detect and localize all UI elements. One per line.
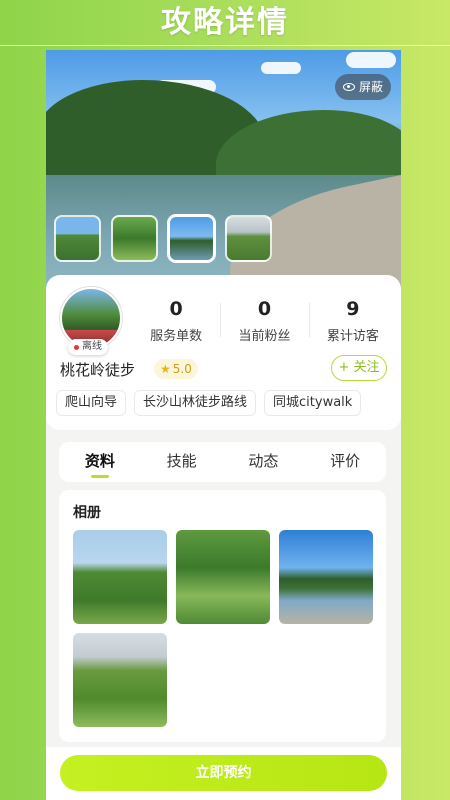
album-photo[interactable]: [73, 530, 167, 624]
rating-value: 5.0: [172, 362, 192, 376]
stat-label: 服务单数: [150, 329, 203, 344]
stats-row: 0 服务单数 0 当前粉丝 9 累计访客: [132, 297, 397, 344]
hero-image: 屏蔽: [46, 50, 401, 290]
stat-label: 当前粉丝: [238, 329, 291, 344]
tag-item[interactable]: 爬山向导: [56, 390, 127, 416]
tab-posts[interactable]: 动态: [223, 442, 305, 482]
thumbnail-1[interactable]: [54, 215, 101, 262]
offline-dot-icon: [74, 344, 79, 350]
hide-button[interactable]: 屏蔽: [334, 74, 391, 100]
follow-button[interactable]: + 关注: [331, 355, 387, 381]
tab-profile[interactable]: 资料: [59, 442, 141, 482]
stat-value: 0: [257, 298, 272, 320]
album-photo[interactable]: [73, 633, 167, 727]
stat-visitors: 9 累计访客: [308, 297, 397, 344]
tag-item[interactable]: 长沙山林徒步路线: [134, 390, 257, 416]
status-badge: 离线: [68, 339, 108, 355]
eye-icon: [342, 83, 355, 91]
cloud: [346, 52, 396, 68]
bottom-bar: 立即预约: [46, 747, 401, 800]
profile-card: 离线 0 服务单数 0 当前粉丝 9 累计访客 桃花岭徒步 ★ 5.0 + 关注…: [46, 275, 401, 430]
title-divider: [0, 45, 450, 46]
guide-name: 桃花岭徒步: [60, 361, 136, 379]
album-photo[interactable]: [176, 530, 270, 624]
cloud: [261, 62, 301, 74]
star-icon: ★: [160, 362, 171, 376]
thumbnail-strip: [54, 215, 272, 262]
app-screen: 屏蔽 离线 0 服务单数 0 当前粉丝 9 累计访客 桃花岭徒步 ★ 5.0 +…: [46, 50, 401, 800]
rating-badge: ★ 5.0: [154, 359, 198, 379]
tag-item[interactable]: 同城citywalk: [264, 390, 362, 416]
tab-reviews[interactable]: 评价: [304, 442, 386, 482]
album-title: 相册: [73, 505, 101, 521]
thumbnail-2[interactable]: [111, 215, 158, 262]
stat-label: 累计访客: [326, 329, 379, 344]
album-section: 相册: [59, 490, 386, 742]
thumbnail-4[interactable]: [225, 215, 272, 262]
stat-fans: 0 当前粉丝: [220, 297, 308, 344]
tab-skills[interactable]: 技能: [141, 442, 223, 482]
hide-button-label: 屏蔽: [358, 80, 383, 94]
album-photo[interactable]: [279, 530, 373, 624]
tab-bar: 资料 技能 动态 评价: [59, 442, 386, 482]
stat-value: 0: [169, 298, 183, 320]
page-title: 攻略详情: [161, 5, 289, 40]
photo-grid: [73, 530, 373, 727]
stat-orders: 0 服务单数: [132, 297, 220, 344]
book-now-button[interactable]: 立即预约: [60, 755, 387, 791]
status-label: 离线: [82, 341, 102, 352]
stat-value: 9: [346, 298, 360, 320]
tag-list: 爬山向导 长沙山林徒步路线 同城citywalk: [56, 390, 362, 416]
thumbnail-3-active[interactable]: [168, 215, 215, 262]
